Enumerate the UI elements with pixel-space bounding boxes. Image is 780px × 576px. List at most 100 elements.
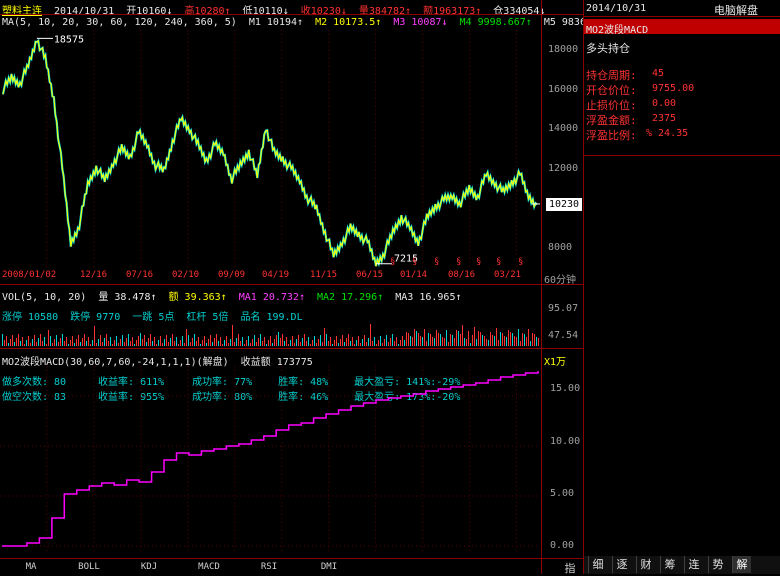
volume-bar [486,339,487,346]
volume-bar [86,341,87,346]
vol-amount: 额 39.363↑ [168,292,227,303]
volume-bar [262,341,263,346]
ma-params[interactable]: MA(5, 10, 20, 30, 60, 120, 240, 360, 5) [2,17,237,28]
volume-bar [536,337,537,346]
volume-bar [426,341,427,346]
volume-bar [300,342,301,346]
vol-divider-top [0,284,583,285]
volume-bar [278,332,279,346]
signal-marker: § [434,257,439,267]
volume-bar [276,335,277,346]
open-interest: 仓334054↓ [493,6,546,17]
volume-bar [522,333,523,346]
tab-macd[interactable]: MACD [194,562,224,574]
position-state: 多头持仓 [586,42,630,55]
tab-finance[interactable]: 财 [636,556,655,573]
volume-bar [336,336,337,346]
volume-bar [118,343,119,346]
tab-more[interactable]: 指 [560,560,580,575]
volume-bar [352,337,353,346]
volume-bar [40,334,41,346]
volume-bar [528,329,529,346]
volume-bar [398,344,399,346]
tab-link[interactable]: 连 [684,556,703,573]
volume-bar [22,337,23,346]
volume-bar [6,336,7,346]
volume-bar [156,344,157,346]
volume-bar [448,342,449,346]
volume-bar [530,341,531,346]
volume-bar [470,343,471,346]
current-price-marker: 10230 [546,197,582,211]
volume-bar [144,335,145,346]
period-value: 45 [652,68,665,79]
volume-bar [450,334,451,346]
open-value: 9755.00 [652,83,695,94]
tab-chips[interactable]: 筹 [660,556,679,573]
volume-bar [168,342,169,346]
volume-chart[interactable] [0,318,540,346]
ma-m3: M3 10087↓ [393,17,448,28]
indicator-tabs: MA BOLL KDJ MACD RSI DMI 指 [0,558,583,575]
tab-dmi[interactable]: DMI [314,562,344,574]
volume-bar [264,337,265,346]
volume-bar [380,336,381,346]
volume-bar [44,337,45,346]
panel-divider-line [584,16,780,17]
volume-bar [328,341,329,346]
price-chart[interactable]: 185757215§ § § § § § § [0,30,540,268]
date-tick: 12/16 [80,270,108,280]
volume-bar [108,341,109,346]
volume-bar [220,337,221,346]
signal-marker: § [456,257,461,267]
tab-detail[interactable]: 细 [588,556,607,573]
tab-trend[interactable]: 势 [708,556,727,573]
volume-bar [438,333,439,346]
volume-bar [382,343,383,346]
signal-marker: § [390,257,395,267]
volume-bar [4,340,5,346]
volume-bar [434,338,435,346]
volume-bar [54,339,55,346]
volume-bar [368,338,369,346]
equity-tick: 0.00 [550,540,575,551]
signal-marker: § [518,257,523,267]
volume-bar [316,343,317,346]
volume-bar [142,339,143,346]
volume-bar [190,342,191,346]
volume-bar [322,342,323,346]
volume-bar [114,340,115,346]
tab-kdj[interactable]: KDJ [134,562,164,574]
vol-params[interactable]: VOL(5, 10, 20) [2,292,86,303]
tab-tick[interactable]: 逐 [612,556,631,573]
volume-bar [10,339,11,346]
price-line [2,39,538,267]
volume-bar [100,335,101,346]
volume-bar [256,342,257,346]
volume-bar [266,344,267,346]
tab-ma[interactable]: MA [16,562,46,574]
tab-rsi[interactable]: RSI [254,562,284,574]
strategy-bar[interactable]: MO2波段MACD [584,19,780,36]
tab-analysis[interactable]: 解 [732,556,751,573]
volume-bar [94,326,95,346]
volume-bar [408,333,409,346]
volume-bar [354,344,355,346]
volume-bar [194,334,195,346]
volume-bar [532,333,533,346]
volume-bar [422,337,423,346]
float-value: 2375 [652,113,677,124]
volume-bar [38,338,39,346]
volume-bar [146,342,147,346]
volume-bar [132,337,133,346]
volume-bar [514,336,515,346]
volume-bar [376,344,377,346]
volume-bar [516,337,517,346]
open-label-text: 开仓价位: [586,84,637,97]
tab-boll[interactable]: BOLL [74,562,104,574]
date-axis: 2008/01/02 12/16 07/16 02/10 09/09 04/19 11/15… [0,270,540,282]
equity-chart[interactable] [0,366,540,554]
contract-name[interactable]: 塑料主连 [2,6,42,17]
volume-bar [128,334,129,346]
price-tick: 16000 [548,83,579,95]
